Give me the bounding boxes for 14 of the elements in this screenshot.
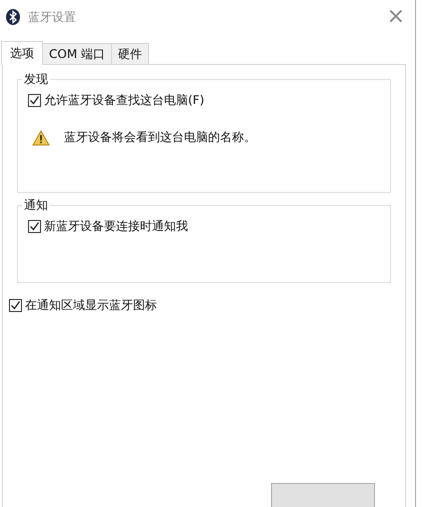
tab[interactable]: COM 端口 — [42, 43, 112, 64]
checkbox-label: 允许蓝牙设备查找这台电脑(F) — [44, 92, 204, 109]
window-title: 蓝牙设置 — [28, 8, 77, 26]
warning-icon — [32, 130, 50, 146]
checkbox-label: 在通知区域显示蓝牙图标 — [25, 297, 157, 314]
bluetooth-icon — [6, 9, 20, 25]
checkbox[interactable] — [28, 220, 41, 233]
checkbox-label: 新蓝牙设备要连接时通知我 — [44, 218, 188, 235]
checkbox[interactable] — [9, 299, 22, 312]
tab[interactable]: 硬件 — [111, 43, 149, 64]
warning-text: 蓝牙设备将会看到这台电脑的名称。 — [64, 129, 256, 146]
checkbox[interactable] — [28, 94, 41, 107]
close-button[interactable]: × — [380, 6, 411, 28]
tab[interactable]: 选项 — [1, 41, 43, 65]
